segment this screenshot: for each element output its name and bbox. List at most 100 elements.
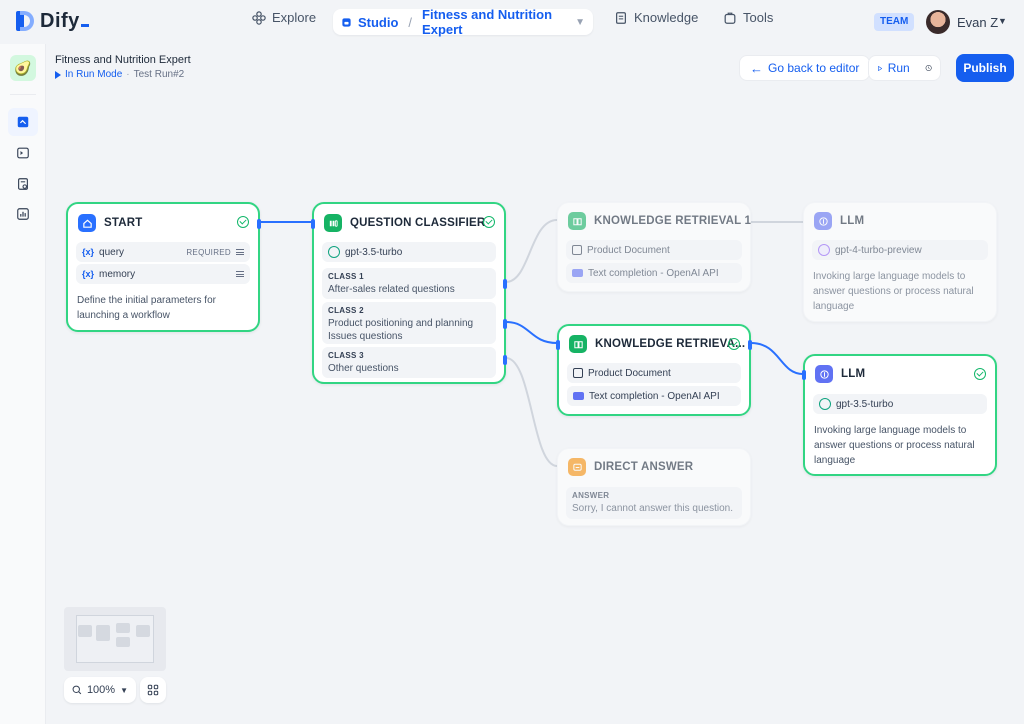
- app-avocado-icon[interactable]: 🥑: [10, 55, 36, 81]
- studio-icon: [342, 17, 351, 27]
- classifier-icon: [324, 214, 342, 232]
- top-navigation: Dify Explore Studio / Fitness and Nutrit…: [0, 0, 1024, 44]
- success-check-icon: [483, 216, 495, 228]
- folder-icon: [572, 269, 583, 277]
- run-button[interactable]: Run: [868, 55, 941, 81]
- knowledge-retrieval-2-node[interactable]: KNOWLEDGE RETRIEVA... Product Document T…: [556, 324, 752, 416]
- logs-icon: [18, 178, 28, 190]
- llm-1-node-title: LLM: [840, 215, 865, 227]
- chart-icon: [17, 208, 29, 220]
- team-badge: TEAM: [874, 13, 915, 31]
- app-title: Fitness and Nutrition Expert: [55, 54, 191, 66]
- nav-knowledge[interactable]: Knowledge: [614, 10, 698, 25]
- classifier-model: gpt-3.5-turbo: [322, 242, 496, 262]
- success-check-icon: [237, 216, 249, 228]
- studio-breadcrumb[interactable]: Studio / Fitness and Nutrition Expert ▼: [333, 7, 593, 37]
- organize-nodes-button[interactable]: [140, 677, 166, 703]
- folder-icon: [573, 392, 584, 400]
- document-icon: [573, 368, 583, 378]
- classifier-node-title: QUESTION CLASSIFIER: [350, 217, 486, 229]
- nav-tools[interactable]: Tools: [723, 10, 773, 25]
- text-lines-icon: [236, 249, 244, 255]
- output-handle[interactable]: [748, 340, 752, 350]
- nav-knowledge-label: Knowledge: [634, 10, 699, 25]
- class-1-handle[interactable]: [503, 279, 507, 289]
- user-chevron-down-icon[interactable]: ▼: [998, 16, 1007, 26]
- llm-2-model: gpt-3.5-turbo: [813, 394, 987, 414]
- llm-1-description: Invoking large language models to answer…: [813, 271, 974, 312]
- input-handle[interactable]: [802, 370, 806, 380]
- class-2: CLASS 2 Product positioning and planning…: [322, 302, 496, 344]
- go-back-to-editor-button[interactable]: ← Go back to editor: [739, 55, 871, 81]
- openai-icon: [328, 246, 340, 258]
- nav-studio-label[interactable]: Studio: [358, 15, 398, 30]
- class-1: CLASS 1 After-sales related questions: [322, 268, 496, 299]
- book-icon: [569, 335, 587, 353]
- nav-app-name[interactable]: Fitness and Nutrition Expert: [422, 7, 569, 37]
- minimap-viewport[interactable]: [76, 615, 154, 663]
- run-mode-label: In Run Mode: [65, 69, 123, 80]
- llm-1-node[interactable]: LLM gpt-4-turbo-preview Invoking large l…: [803, 202, 997, 322]
- history-icon[interactable]: [925, 61, 932, 75]
- openai-icon: [819, 398, 831, 410]
- class-2-handle[interactable]: [503, 319, 507, 329]
- output-handle[interactable]: [257, 219, 261, 229]
- llm-2-description: Invoking large language models to answer…: [814, 425, 975, 466]
- publish-button[interactable]: Publish: [956, 54, 1014, 82]
- zoom-dropdown[interactable]: 100% ▼: [64, 677, 136, 703]
- llm-1-model: gpt-4-turbo-preview: [812, 240, 988, 260]
- llm-icon: [814, 212, 832, 230]
- user-name[interactable]: Evan Z: [957, 15, 998, 30]
- home-icon: [78, 214, 96, 232]
- minimap[interactable]: [64, 607, 166, 671]
- direct-answer-node[interactable]: DIRECT ANSWER ANSWER Sorry, I cannot ans…: [557, 448, 751, 526]
- answer-content: ANSWER Sorry, I cannot answer this quest…: [566, 487, 742, 519]
- model-provider-icon: [818, 244, 830, 256]
- run-mode-indicator: In Run Mode · Test Run#2: [55, 69, 184, 80]
- nav-explore[interactable]: Explore: [252, 10, 316, 25]
- monitoring-button[interactable]: [8, 200, 38, 228]
- edge-class3-answer: [505, 357, 558, 467]
- nav-explore-label: Explore: [272, 10, 317, 25]
- success-check-icon: [728, 338, 740, 350]
- start-node[interactable]: START {x} query REQUIRED {x} memory Defi…: [66, 202, 261, 332]
- left-rail: 🥑: [0, 44, 46, 724]
- kr1-dataset: Text completion - OpenAI API: [566, 263, 742, 283]
- workflow-orchestrate-button[interactable]: [8, 108, 38, 136]
- llm-icon: [815, 365, 833, 383]
- play-outline-icon: [878, 65, 883, 71]
- knowledge-icon: [616, 11, 626, 24]
- workflow-icon: [17, 116, 29, 128]
- organize-icon: [147, 684, 159, 696]
- input-handle[interactable]: [311, 219, 315, 229]
- document-icon: [572, 245, 582, 255]
- api-access-button[interactable]: [8, 139, 38, 167]
- zoom-level: 100%: [86, 684, 116, 696]
- class-3: CLASS 3 Other questions: [322, 347, 496, 378]
- nav-tools-label: Tools: [743, 10, 774, 25]
- brand-name: Dify: [40, 9, 80, 32]
- chevron-down-icon[interactable]: ▼: [575, 17, 585, 28]
- avatar[interactable]: [926, 10, 950, 34]
- arrow-left-icon: ←: [750, 60, 763, 76]
- input-handle[interactable]: [556, 340, 560, 350]
- kr2-document: Product Document: [567, 363, 741, 383]
- logs-button[interactable]: [8, 170, 38, 198]
- required-badge: REQUIRED: [186, 247, 231, 257]
- llm-2-node[interactable]: LLM gpt-3.5-turbo Invoking large languag…: [802, 354, 997, 476]
- class-3-handle[interactable]: [503, 355, 507, 365]
- knowledge-retrieval-1-node[interactable]: KNOWLEDGE RETRIEVAL 1 Product Document T…: [557, 202, 751, 292]
- start-variable-memory: {x} memory: [76, 264, 250, 284]
- tools-icon: [724, 12, 736, 24]
- answer-node-title: DIRECT ANSWER: [594, 461, 694, 473]
- logo-mark-icon: [16, 9, 36, 33]
- question-classifier-node[interactable]: QUESTION CLASSIFIER gpt-3.5-turbo CLASS …: [311, 202, 507, 384]
- answer-icon: [568, 458, 586, 476]
- zoom-controls: 100% ▼: [64, 677, 166, 703]
- start-variable-query: {x} query REQUIRED: [76, 242, 250, 262]
- success-check-icon: [974, 368, 986, 380]
- test-run-label: Test Run#2: [133, 69, 185, 80]
- chevron-down-icon: ▼: [120, 685, 128, 695]
- dify-logo[interactable]: Dify: [16, 9, 89, 33]
- book-icon: [568, 212, 586, 230]
